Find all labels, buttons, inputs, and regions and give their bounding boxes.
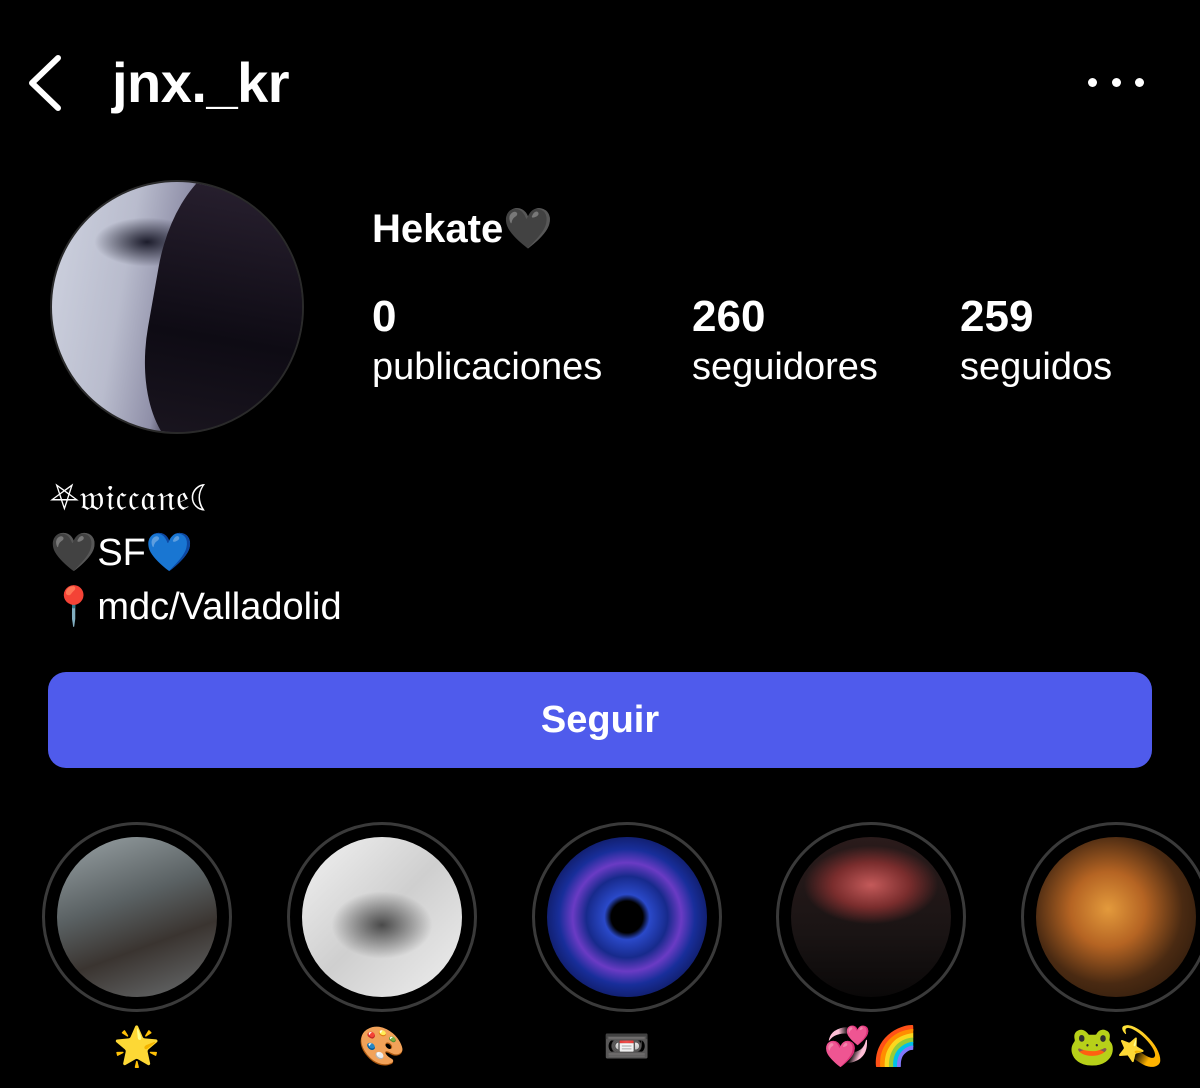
story-highlight[interactable] <box>532 822 722 1012</box>
highlight-cover-image <box>547 837 707 997</box>
bio-line: 🖤SF💙 <box>50 532 194 574</box>
more-dot-icon <box>1088 77 1097 87</box>
stat-label: seguidos <box>960 346 1113 388</box>
story-highlight[interactable] <box>287 822 477 1012</box>
highlight-cover-image <box>302 837 462 997</box>
highlight-cover-image <box>791 837 951 997</box>
chevron-left-icon <box>29 55 61 111</box>
stat-value: 260 <box>692 292 766 341</box>
highlight-label: 🐸💫 <box>1068 1024 1164 1068</box>
stat-following[interactable]: 259 seguidos <box>960 292 1112 392</box>
highlight-label: 🌟 <box>113 1024 161 1068</box>
stat-value: 259 <box>960 292 1034 341</box>
highlight-label: 💞🌈 <box>823 1024 919 1068</box>
highlight-cover-image <box>57 837 217 997</box>
stat-followers[interactable]: 260 seguidores <box>692 292 878 392</box>
stat-label: seguidores <box>692 346 878 388</box>
back-button[interactable] <box>22 52 70 114</box>
story-highlight[interactable] <box>776 822 966 1012</box>
bio-line: 📍mdc/Valladolid <box>50 586 342 628</box>
bio-line: ⛧𝔴𝔦𝔠𝔠𝔞𝔫𝔢☾ <box>50 478 217 519</box>
story-highlight[interactable] <box>42 822 232 1012</box>
highlight-cover-image <box>1036 837 1196 997</box>
stat-posts[interactable]: 0 publicaciones <box>372 292 602 392</box>
more-options-button[interactable] <box>1088 62 1144 102</box>
follow-button[interactable]: Seguir <box>48 672 1152 768</box>
profile-avatar[interactable] <box>50 180 304 434</box>
stat-label: publicaciones <box>372 346 603 388</box>
avatar-image-detail <box>127 182 302 432</box>
profile-bio: ⛧𝔴𝔦𝔠𝔠𝔞𝔫𝔢☾ 🖤SF💙 📍mdc/Valladolid <box>50 472 342 634</box>
display-name: Hekate🖤 <box>372 207 553 251</box>
profile-username: jnx._kr <box>112 51 290 114</box>
more-dot-icon <box>1135 77 1144 87</box>
story-highlight[interactable] <box>1021 822 1200 1012</box>
more-dot-icon <box>1111 77 1121 87</box>
stat-value: 0 <box>372 292 397 341</box>
highlight-label: 📼 <box>603 1024 651 1068</box>
highlight-label: 🎨 <box>358 1024 406 1068</box>
profile-screen: jnx._kr Hekate🖤 0 publicaciones 260 segu… <box>0 0 1200 1088</box>
